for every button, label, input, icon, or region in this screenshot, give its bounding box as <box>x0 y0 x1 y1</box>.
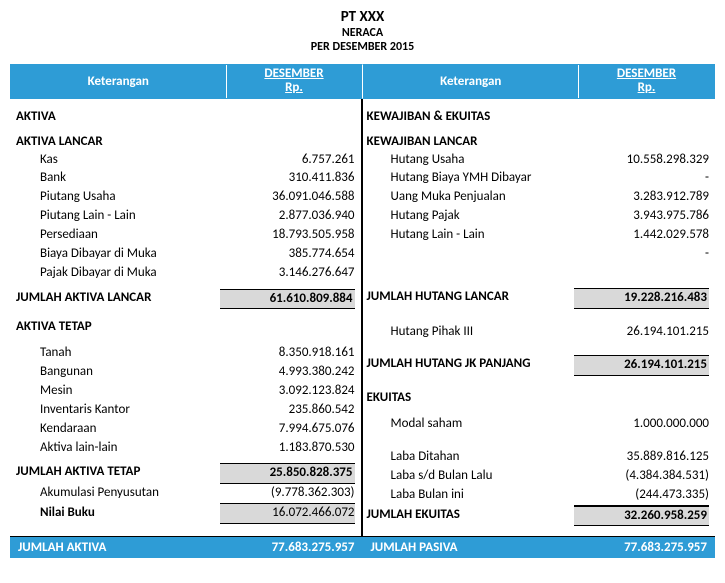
right-body: KEWAJIBAN & EKUITAS KEWAJIBAN LANCAR Hut… <box>363 99 716 537</box>
row-piutang-lain: Piutang Lain - Lain2.877.036.940 <box>16 207 355 226</box>
row-hutang-pihak3: Hutang Pihak III26.194.101.215 <box>367 323 710 342</box>
row-laba-ini: Laba Bulan ini(244.473.335) <box>367 486 710 506</box>
row-hutang-biaya: Hutang Biaya YMH Dibayar- <box>367 169 710 188</box>
header-currency-label: Rp. <box>285 81 303 95</box>
right-column: Keterangan DESEMBER Rp. KEWAJIBAN & EKUI… <box>363 64 716 536</box>
row-mesin: Mesin3.092.123.824 <box>16 382 355 401</box>
balance-sheet: PT XXX NERACA PER DESEMBER 2015 Keterang… <box>0 0 725 558</box>
row-tanah: Tanah8.350.918.161 <box>16 344 355 363</box>
header-period-right: DESEMBER Rp. <box>579 65 714 98</box>
total-ekuitas: JUMLAH EKUITAS 32.260.958.259 <box>367 506 710 527</box>
row-uang-muka: Uang Muka Penjualan3.283.912.789 <box>367 188 710 207</box>
row-laba-lalu: Laba s/d Bulan Lalu(4.384.384.531) <box>367 467 710 486</box>
row-kas: Kas6.757.261 <box>16 151 355 170</box>
row-hutang-pajak: Hutang Pajak3.943.975.786 <box>367 207 710 226</box>
total-aktiva-lancar: JUMLAH AKTIVA LANCAR 61.610.809.884 <box>16 289 355 310</box>
report-name: NERACA <box>10 26 715 40</box>
row-bangunan: Bangunan4.993.380.242 <box>16 363 355 382</box>
header-period-left: DESEMBER Rp. <box>227 65 362 98</box>
row-laba-ditahan: Laba Ditahan35.889.816.125 <box>367 448 710 467</box>
grand-pasiva: JUMLAH PASIVA 77.683.275.957 <box>363 537 716 558</box>
left-body: AKTIVA AKTIVA LANCAR Kas6.757.261 Bank31… <box>10 99 363 537</box>
header-keterangan-left: Keterangan <box>11 65 227 98</box>
row-nilai-buku: Nilai Buku16.072.466.072 <box>16 504 355 524</box>
row-inventaris: Inventaris Kantor235.860.542 <box>16 401 355 420</box>
row-piutang-usaha: Piutang Usaha36.091.046.588 <box>16 188 355 207</box>
row-hutang-lain: Hutang Lain - Lain1.442.029.578 <box>367 226 710 245</box>
heading-aktiva-lancar: AKTIVA LANCAR <box>16 134 355 149</box>
grand-total-row: JUMLAH AKTIVA 77.683.275.957 JUMLAH PASI… <box>10 537 715 558</box>
columns: Keterangan DESEMBER Rp. AKTIVA AKTIVA LA… <box>10 64 715 537</box>
row-bank: Bank310.411.836 <box>16 169 355 188</box>
total-aktiva-tetap: JUMLAH AKTIVA TETAP 25.850.828.375 <box>16 463 355 484</box>
row-hutang-usaha: Hutang Usaha10.558.298.329 <box>367 151 710 170</box>
heading-aktiva-tetap: AKTIVA TETAP <box>16 319 355 334</box>
header-currency-label-r: Rp. <box>638 81 656 95</box>
row-blank-dash: - <box>367 245 710 264</box>
section-kewajiban: KEWAJIBAN & EKUITAS <box>367 109 710 124</box>
row-biaya-dibayar: Biaya Dibayar di Muka385.774.654 <box>16 245 355 264</box>
row-kendaraan: Kendaraan7.994.675.076 <box>16 420 355 439</box>
row-modal-saham: Modal saham1.000.000.000 <box>367 415 710 434</box>
header-period-label-r: DESEMBER <box>617 67 676 81</box>
section-aktiva: AKTIVA <box>16 109 355 124</box>
row-pajak-dibayar: Pajak Dibayar di Muka3.146.276.647 <box>16 264 355 283</box>
header-keterangan-right: Keterangan <box>364 65 580 98</box>
company-name: PT XXX <box>10 8 715 26</box>
total-hutang-panjang: JUMLAH HUTANG JK PANJANG 26.194.101.215 <box>367 355 710 376</box>
row-aktiva-lain: Aktiva lain-lain1.183.870.530 <box>16 439 355 458</box>
row-akumulasi: Akumulasi Penyusutan(9.778.362.303) <box>16 484 355 504</box>
report-period: PER DESEMBER 2015 <box>10 40 715 54</box>
right-header: Keterangan DESEMBER Rp. <box>363 64 716 99</box>
grand-aktiva: JUMLAH AKTIVA 77.683.275.957 <box>10 537 363 558</box>
left-header: Keterangan DESEMBER Rp. <box>10 64 363 99</box>
left-column: Keterangan DESEMBER Rp. AKTIVA AKTIVA LA… <box>10 64 363 536</box>
header-period-label: DESEMBER <box>264 67 323 81</box>
row-persediaan: Persediaan18.793.505.958 <box>16 226 355 245</box>
heading-kewajiban-lancar: KEWAJIBAN LANCAR <box>367 134 710 149</box>
total-hutang-lancar: JUMLAH HUTANG LANCAR 19.228.216.483 <box>367 288 710 309</box>
title-block: PT XXX NERACA PER DESEMBER 2015 <box>10 8 715 54</box>
heading-ekuitas: EKUITAS <box>367 390 710 405</box>
